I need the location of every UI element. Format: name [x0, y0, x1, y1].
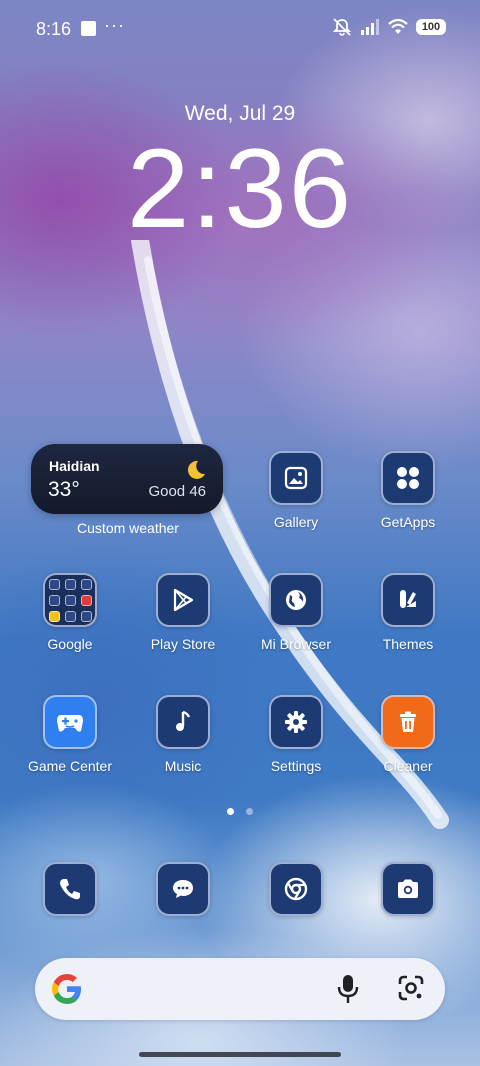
app-mi-browser[interactable]: Mi Browser — [246, 573, 346, 652]
app-label: Music — [164, 758, 202, 774]
app-label: Cleaner — [383, 758, 433, 774]
app-label: GetApps — [380, 514, 436, 530]
app-google-folder[interactable]: Google — [20, 573, 120, 652]
app-label: Game Center — [27, 758, 113, 774]
app-cleaner[interactable]: Cleaner — [358, 695, 458, 774]
app-label: Google — [47, 636, 93, 652]
four-dots-icon — [381, 451, 435, 505]
trash-icon — [381, 695, 435, 749]
status-time: 8:16 — [36, 19, 72, 39]
notification-square-icon — [81, 21, 96, 36]
app-themes[interactable]: Themes — [358, 573, 458, 652]
app-settings[interactable]: Settings — [246, 695, 346, 774]
google-lens-icon[interactable] — [397, 974, 425, 1002]
app-play-store[interactable]: Play Store — [133, 573, 233, 652]
page-dot[interactable] — [246, 808, 253, 815]
battery-indicator: 100 — [416, 19, 446, 35]
app-label: Themes — [382, 636, 434, 652]
app-gallery[interactable]: Gallery — [246, 451, 346, 530]
app-music[interactable]: Music — [133, 695, 233, 774]
google-search-bar[interactable] — [35, 958, 445, 1020]
date-text[interactable]: Wed, Jul 29 — [0, 102, 480, 126]
mic-icon[interactable] — [335, 973, 361, 1005]
crescent-moon-icon — [187, 460, 205, 479]
wifi-icon — [388, 19, 408, 34]
image-icon — [269, 451, 323, 505]
home-gesture-bar[interactable] — [139, 1052, 341, 1057]
page-indicator — [0, 808, 480, 815]
signal-icon — [361, 19, 379, 35]
weather-widget-label: Custom weather — [77, 520, 179, 536]
weather-city: Haidian — [49, 458, 100, 474]
chrome-icon — [269, 862, 323, 916]
app-game-center[interactable]: Game Center — [20, 695, 120, 774]
app-label: Play Store — [150, 636, 216, 652]
mute-icon — [332, 18, 352, 36]
dock-phone[interactable] — [20, 862, 120, 916]
weather-temperature: 33° — [48, 478, 80, 501]
dock-camera[interactable] — [358, 862, 458, 916]
dock-chrome[interactable] — [246, 862, 346, 916]
gamepad-icon — [43, 695, 97, 749]
phone-icon — [43, 862, 97, 916]
play-triangle-icon — [156, 573, 210, 627]
clock-time[interactable]: 2:36 — [0, 130, 480, 248]
gear-icon — [269, 695, 323, 749]
folder-icon — [43, 573, 97, 627]
app-label: Settings — [270, 758, 322, 774]
air-quality: Good 46 — [148, 483, 206, 500]
dock-messages[interactable] — [133, 862, 233, 916]
brush-icon — [381, 573, 435, 627]
globe-icon — [269, 573, 323, 627]
more-notifications-icon: ··· — [104, 15, 125, 35]
google-logo-icon — [52, 974, 81, 1004]
status-bar: 8:16 ··· 100 — [0, 0, 480, 60]
camera-icon — [381, 862, 435, 916]
page-dot-active[interactable] — [227, 808, 234, 815]
app-label: Gallery — [273, 514, 319, 530]
weather-widget[interactable]: Haidian 33° Good 46 — [31, 444, 223, 514]
app-getapps[interactable]: GetApps — [358, 451, 458, 530]
message-icon — [156, 862, 210, 916]
app-label: Mi Browser — [260, 636, 331, 652]
music-note-icon — [156, 695, 210, 749]
